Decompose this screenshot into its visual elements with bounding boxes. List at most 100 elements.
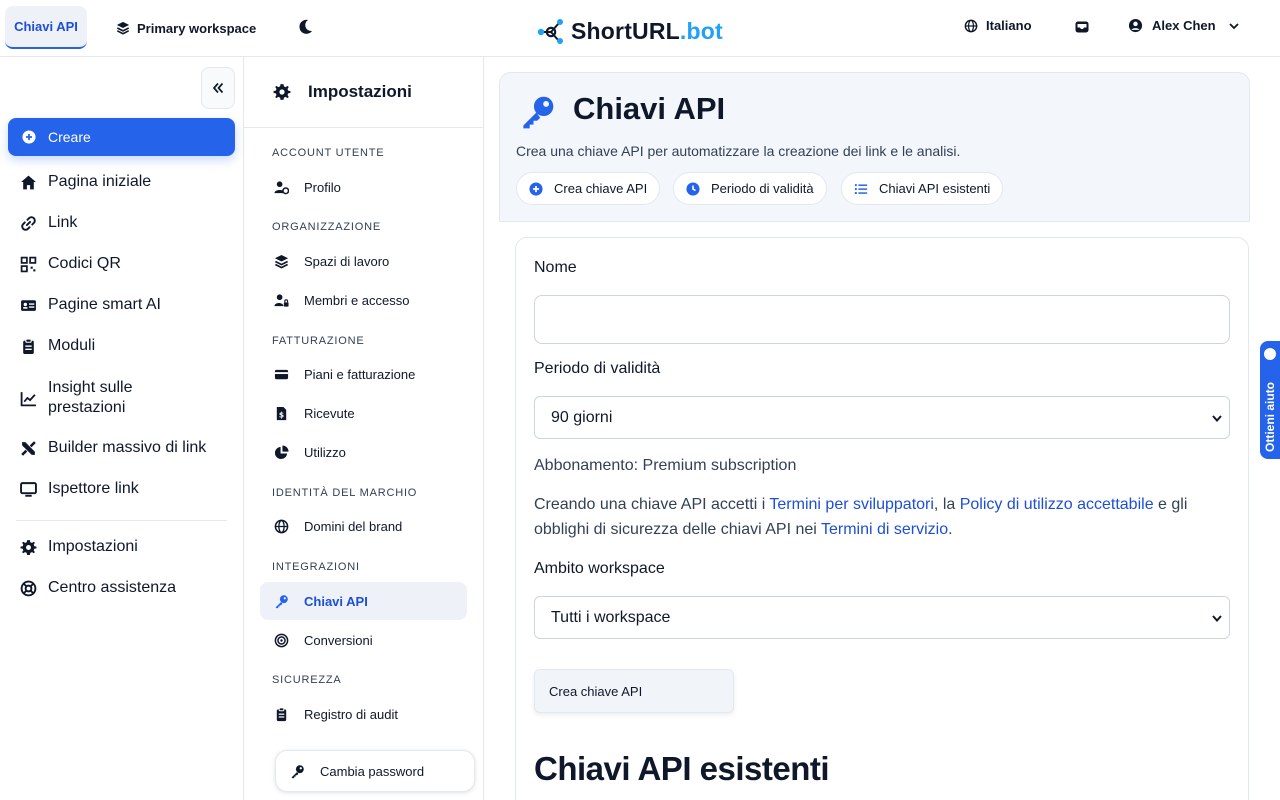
key-icon xyxy=(291,764,304,778)
settings-item-profile[interactable]: Profilo xyxy=(260,168,467,206)
pie-chart-icon xyxy=(274,444,289,459)
nav-item-smart-pages[interactable]: Pagine smart AI xyxy=(20,296,161,314)
name-input[interactable] xyxy=(534,295,1230,344)
key-icon xyxy=(275,594,288,608)
tab-chiavi-api[interactable]: Chiavi API xyxy=(5,6,87,49)
scope-label: Ambito workspace xyxy=(534,560,665,577)
scope-value: Tutti i workspace xyxy=(551,608,671,626)
section-label: INTEGRAZIONI xyxy=(272,561,360,573)
settings-item-label: Utilizzo xyxy=(304,444,346,460)
svg-text:$: $ xyxy=(279,410,284,419)
page-title: Chiavi API xyxy=(573,91,726,126)
settings-item-api-keys[interactable]: Chiavi API xyxy=(260,582,467,620)
nav-item-insights[interactable]: Insight sulle prestazioni xyxy=(20,378,210,418)
nav-item-forms[interactable]: Moduli xyxy=(20,337,95,355)
settings-item-label: Membri e accesso xyxy=(304,292,410,308)
link-icon xyxy=(21,215,36,231)
settings-item-label: Spazi di lavoro xyxy=(304,253,390,269)
collapse-sidebar-button[interactable] xyxy=(201,67,235,109)
settings-item-label: Chiavi API xyxy=(304,593,368,609)
settings-item-plans[interactable]: Piani e fatturazione xyxy=(260,355,467,393)
chevron-down-icon xyxy=(1212,414,1222,422)
user-name: Alex Chen xyxy=(1152,18,1216,33)
qr-code-icon xyxy=(20,256,37,272)
settings-item-brand-domains[interactable]: Domini del brand xyxy=(260,507,467,545)
double-chevron-left-icon xyxy=(212,82,224,94)
main-content: Chiavi API Crea una chiave API per autom… xyxy=(484,57,1280,800)
terms-of-service-link[interactable]: Termini di servizio xyxy=(821,521,948,538)
settings-item-label: Piani e fatturazione xyxy=(304,366,416,382)
nav-item-label: Ispettore link xyxy=(48,480,139,497)
nav-item-link[interactable]: Link xyxy=(20,214,77,232)
language-label: Italiano xyxy=(986,18,1032,33)
settings-item-conversions[interactable]: Conversioni xyxy=(260,621,467,659)
settings-item-usage[interactable]: Utilizzo xyxy=(260,433,467,471)
nav-item-help-center[interactable]: Centro assistenza xyxy=(20,579,176,597)
dark-mode-moon-icon[interactable] xyxy=(296,18,314,36)
nav-item-label: Link xyxy=(48,214,78,231)
nav-item-settings[interactable]: Impostazioni xyxy=(20,538,138,556)
pill-label: Chiavi API esistenti xyxy=(879,181,991,196)
create-button-label: Creare xyxy=(48,129,91,145)
section-label: IDENTITÀ DEL MARCHIO xyxy=(272,487,418,499)
list-icon xyxy=(854,183,868,194)
workspace-switcher[interactable]: Primary workspace xyxy=(116,18,256,38)
section-label: FATTURAZIONE xyxy=(272,335,365,347)
app-logo[interactable]: ShortURL.bot xyxy=(537,16,723,46)
language-selector[interactable]: Italiano xyxy=(964,18,1032,33)
credit-card-icon xyxy=(274,369,289,379)
validity-select[interactable]: 90 giorni xyxy=(534,396,1230,439)
user-lock-icon xyxy=(274,293,289,307)
pill-validity[interactable]: Periodo di validità xyxy=(673,172,827,205)
left-navigation: Creare Pagina iniziale Link Codici QR Pa… xyxy=(0,57,244,800)
create-key-form: Nome Periodo di validità 90 giorni Abbon… xyxy=(515,237,1249,800)
nav-item-label: Pagina iniziale xyxy=(48,173,152,190)
validity-value: 90 giorni xyxy=(551,408,613,426)
globe-icon xyxy=(964,19,978,32)
developer-terms-link[interactable]: Termini per sviluppatori xyxy=(769,496,934,513)
page-header: Chiavi API Crea una chiave API per autom… xyxy=(499,72,1250,222)
pill-create-key[interactable]: Crea chiave API xyxy=(516,172,661,205)
inbox-icon[interactable] xyxy=(1074,19,1090,35)
key-icon xyxy=(523,96,554,129)
target-icon xyxy=(274,633,289,647)
layers-icon xyxy=(116,21,130,35)
nav-item-label: Centro assistenza xyxy=(48,579,177,596)
user-menu[interactable]: Alex Chen xyxy=(1128,18,1240,33)
settings-item-label: Ricevute xyxy=(304,405,355,421)
nav-divider xyxy=(16,520,227,521)
settings-item-audit-log[interactable]: Registro di audit xyxy=(260,695,467,733)
acceptable-use-policy-link[interactable]: Policy di utilizzo accettabile xyxy=(960,496,1154,513)
user-avatar-icon xyxy=(1128,18,1143,33)
nav-item-link-inspector[interactable]: Ispettore link xyxy=(20,480,139,498)
settings-item-label: Profilo xyxy=(304,179,341,195)
terms-text: Creando una chiave API accetti i Termini… xyxy=(534,496,1188,538)
plus-circle-icon xyxy=(22,130,36,144)
section-label: ORGANIZZAZIONE xyxy=(272,221,381,233)
clipboard-icon xyxy=(23,338,34,354)
create-key-submit-button[interactable]: Crea chiave API xyxy=(534,669,734,713)
create-button[interactable]: Creare xyxy=(8,118,235,156)
logo-text: ShortURL.bot xyxy=(571,17,723,44)
section-label: SICUREZZA xyxy=(272,674,342,686)
clipboard-list-icon xyxy=(276,706,287,721)
nav-item-home[interactable]: Pagina iniziale xyxy=(20,173,151,191)
id-card-icon xyxy=(21,299,36,311)
layers-icon xyxy=(274,254,289,269)
settings-item-workspaces[interactable]: Spazi di lavoro xyxy=(260,242,467,280)
gear-icon xyxy=(273,84,291,100)
user-gear-icon xyxy=(274,180,289,194)
settings-item-members[interactable]: Membri e accesso xyxy=(260,281,467,319)
settings-item-label: Cambia password xyxy=(320,763,425,779)
nav-item-qr-codes[interactable]: Codici QR xyxy=(20,255,121,273)
scope-select[interactable]: Tutti i workspace xyxy=(534,596,1230,639)
settings-item-receipts[interactable]: $ Ricevute xyxy=(260,394,467,432)
settings-item-change-password[interactable]: Cambia password xyxy=(275,750,475,792)
pill-existing-keys[interactable]: Chiavi API esistenti xyxy=(841,172,1004,205)
settings-title: Impostazioni xyxy=(308,82,412,101)
help-badge-icon xyxy=(1264,348,1276,360)
clock-icon xyxy=(686,181,700,196)
nav-item-label: Insight sulle prestazioni xyxy=(48,379,133,416)
nav-item-bulk-builder[interactable]: Builder massivo di link xyxy=(20,439,206,457)
get-help-label: Ottieni aiuto xyxy=(1263,382,1277,452)
